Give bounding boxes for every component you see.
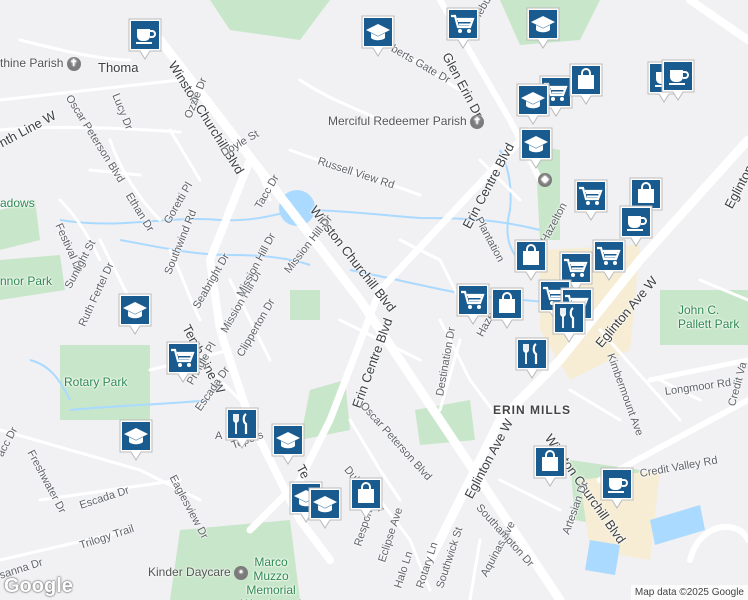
street-label: Thoma [98, 60, 139, 75]
google-logo: Google [4, 575, 73, 597]
place-icon: ◆ [538, 172, 552, 187]
school-pin[interactable] [360, 14, 396, 58]
street-label: A [215, 430, 223, 442]
map-attribution[interactable]: Map data ©2025 Google [630, 585, 748, 600]
school-pin[interactable] [117, 292, 153, 336]
map-canvas[interactable]: Winston Churchill Blvd Winston Churchill… [0, 0, 748, 600]
place-marker[interactable]: ◆ [538, 172, 555, 187]
place-kinder-daycare[interactable]: Kinder Daycare • [148, 565, 251, 580]
school-pin[interactable] [307, 486, 343, 530]
park-label: adows [0, 196, 35, 210]
cafe-pin[interactable] [599, 466, 635, 510]
park-label: Rotary Park [64, 375, 128, 389]
place-parish[interactable]: thine Parish ✝ [0, 56, 84, 71]
church-icon: ✝ [66, 56, 81, 71]
grocery-pin[interactable] [573, 178, 609, 222]
grocery-pin[interactable] [455, 282, 491, 326]
restaurant-pin[interactable] [514, 336, 550, 380]
area-label: ERIN MILLS [493, 403, 571, 417]
school-pin[interactable] [118, 418, 154, 462]
school-pin[interactable] [518, 126, 554, 170]
park-label: John C. Pallett Park [678, 303, 740, 331]
store-pin[interactable] [513, 238, 549, 282]
place-merciful-redeemer[interactable]: Merciful Redeemer Parish ✝ [328, 114, 487, 129]
school-pin[interactable] [270, 422, 306, 466]
cafe-pin[interactable] [660, 58, 696, 102]
store-pin[interactable] [532, 444, 568, 488]
grocery-pin[interactable] [445, 6, 481, 50]
store-pin[interactable] [348, 476, 384, 520]
school-pin[interactable] [515, 82, 551, 126]
restaurant-pin[interactable] [551, 300, 587, 344]
park-label: nnor Park [0, 274, 53, 288]
grocery-pin[interactable] [591, 238, 627, 282]
cafe-pin[interactable] [127, 17, 163, 61]
store-pin[interactable] [568, 62, 604, 106]
grocery-pin[interactable] [165, 340, 201, 384]
restaurant-pin[interactable] [224, 406, 260, 450]
store-pin[interactable] [489, 286, 525, 330]
school-pin[interactable] [525, 6, 561, 50]
daycare-icon: • [234, 565, 249, 580]
church-icon: ✝ [470, 114, 485, 129]
